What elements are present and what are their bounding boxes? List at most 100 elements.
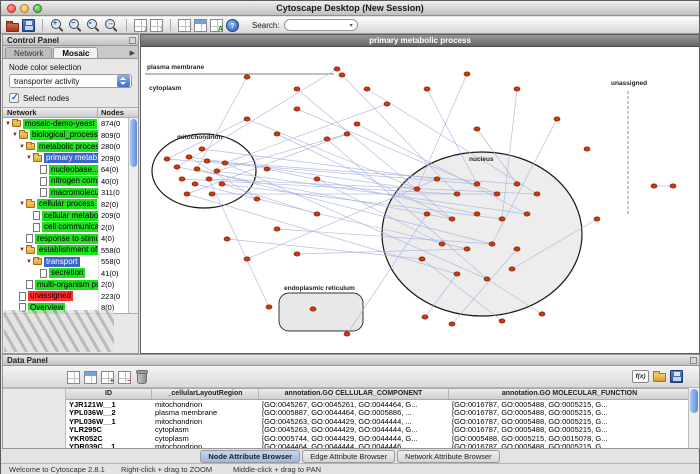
network-node[interactable] — [434, 177, 440, 181]
network-node[interactable] — [174, 165, 180, 169]
network-node[interactable] — [209, 192, 215, 196]
delete-attribute-icon[interactable]: − — [118, 371, 131, 384]
network-node[interactable] — [334, 67, 340, 71]
table-cell[interactable]: [GO:0016787, GO:0005488, GO:0005215, G..… — [449, 442, 688, 448]
network-node[interactable] — [484, 277, 490, 281]
table-row[interactable]: YKR052Ccytoplasm[GO:0005744, GO:0044429,… — [66, 434, 688, 443]
network-node[interactable] — [314, 212, 320, 216]
network-node[interactable] — [514, 182, 520, 186]
network-node[interactable] — [424, 212, 430, 216]
export-attributes-icon[interactable] — [670, 370, 683, 383]
column-header[interactable]: annotation.GO MOLECULAR_FUNCTION — [449, 389, 688, 399]
formula-builder-icon[interactable]: f(x) — [632, 370, 649, 383]
tree-row[interactable]: response to stimul...4(0) — [3, 233, 138, 245]
network-edge[interactable] — [297, 109, 497, 194]
first-neighbors-icon[interactable] — [194, 19, 207, 32]
color-attribute-dropdown[interactable]: transporter activity — [9, 74, 132, 88]
network-node[interactable] — [179, 177, 185, 181]
network-edge[interactable] — [177, 69, 337, 167]
network-node[interactable] — [294, 252, 300, 256]
network-node[interactable] — [454, 272, 460, 276]
column-header[interactable]: _cellularLayoutRegion — [152, 389, 259, 399]
network-node[interactable] — [534, 192, 540, 196]
network-node[interactable] — [186, 155, 192, 159]
show-all-icon[interactable]: ↑ — [150, 19, 163, 32]
network-node[interactable] — [584, 147, 590, 151]
select-all-attributes-icon[interactable] — [67, 371, 80, 384]
unselect-all-attributes-icon[interactable] — [84, 371, 97, 384]
dropdown-arrows-icon[interactable] — [117, 75, 130, 87]
network-node[interactable] — [244, 75, 250, 79]
network-node[interactable] — [449, 217, 455, 221]
select-nodes-checkbox[interactable] — [9, 93, 19, 103]
zoom-out-icon[interactable]: − — [68, 18, 83, 33]
network-node[interactable] — [509, 267, 515, 271]
network-node[interactable] — [294, 107, 300, 111]
network-node[interactable] — [422, 315, 428, 319]
network-node[interactable] — [384, 102, 390, 106]
tree-row[interactable]: ▼mosaic-demo-yeast874(0 — [3, 118, 138, 130]
tab-mosaic[interactable]: Mosaic — [53, 47, 98, 58]
network-node[interactable] — [499, 217, 505, 221]
close-window-icon[interactable] — [7, 4, 16, 13]
network-canvas[interactable]: plasma membranecytoplasmmitochondrionnuc… — [141, 47, 699, 353]
tree-row[interactable]: ▼biological_process809(0 — [3, 130, 138, 142]
tree-row[interactable]: cellular metabo...209(0 — [3, 210, 138, 222]
minimize-window-icon[interactable] — [20, 4, 29, 13]
import-attributes-icon[interactable] — [653, 373, 666, 382]
tree-row[interactable]: ▼primary metab...209(0 — [3, 153, 138, 165]
table-row[interactable]: YJR121W__1mitochondrion[GO:0045267, GO:0… — [66, 400, 688, 409]
column-header[interactable]: ID — [66, 389, 152, 399]
network-node[interactable] — [314, 177, 320, 181]
network-node[interactable] — [514, 247, 520, 251]
tab-network-attribute-browser[interactable]: Network Attribute Browser — [397, 450, 500, 463]
network-node[interactable] — [294, 87, 300, 91]
network-node[interactable] — [499, 319, 505, 323]
network-node[interactable] — [214, 169, 220, 173]
float-panel-icon[interactable] — [690, 357, 697, 364]
network-node[interactable] — [464, 72, 470, 76]
search-dropdown-icon[interactable]: ▾ — [350, 22, 353, 29]
expand-arrow-icon[interactable]: ▼ — [26, 155, 32, 161]
network-node[interactable] — [266, 305, 272, 309]
expand-arrow-icon[interactable]: ▼ — [19, 201, 25, 207]
network-node[interactable] — [474, 127, 480, 131]
network-node[interactable] — [651, 184, 657, 188]
zoom-window-icon[interactable] — [33, 4, 42, 13]
network-node[interactable] — [419, 257, 425, 261]
network-node[interactable] — [364, 87, 370, 91]
network-node[interactable] — [524, 212, 530, 216]
hide-selected-icon[interactable]: ↓ — [134, 19, 147, 32]
table-row[interactable]: YPL036W__2plasma membrane[GO:0005887, GO… — [66, 409, 688, 418]
network-node[interactable] — [244, 117, 250, 121]
network-node[interactable] — [354, 122, 360, 126]
tree-row[interactable]: nucleobase...64(0) — [3, 164, 138, 176]
network-node[interactable] — [184, 192, 190, 196]
network-node[interactable] — [594, 217, 600, 221]
expand-arrow-icon[interactable]: ▼ — [19, 247, 25, 253]
tab-edge-attribute-browser[interactable]: Edge Attribute Browser — [302, 450, 395, 463]
network-node[interactable] — [439, 242, 445, 246]
help-icon[interactable]: ? — [226, 19, 239, 32]
float-panel-icon[interactable] — [129, 37, 136, 44]
table-cell[interactable]: [GO:0044464, GO:0044444, GO:0044446, ... — [259, 442, 449, 448]
network-node[interactable] — [324, 137, 330, 141]
network-node[interactable] — [489, 242, 495, 246]
network-node[interactable] — [254, 197, 260, 201]
network-node[interactable] — [474, 212, 480, 216]
network-node[interactable] — [494, 192, 500, 196]
zoom-in-icon[interactable]: + — [50, 18, 65, 33]
network-node[interactable] — [164, 157, 170, 161]
network-node[interactable] — [194, 167, 200, 171]
delete-table-icon[interactable] — [137, 372, 147, 384]
table-cell[interactable]: mitochondrion — [152, 442, 259, 448]
network-node[interactable] — [539, 312, 545, 316]
network-node[interactable] — [310, 307, 316, 311]
tree-scrollbar-thumb[interactable] — [130, 119, 137, 167]
network-node[interactable] — [454, 192, 460, 196]
network-node[interactable] — [206, 177, 212, 181]
network-node[interactable] — [670, 184, 676, 188]
network-node[interactable] — [344, 332, 350, 336]
network-node[interactable] — [464, 247, 470, 251]
tree-row[interactable]: unassigned223(0 — [3, 291, 138, 303]
